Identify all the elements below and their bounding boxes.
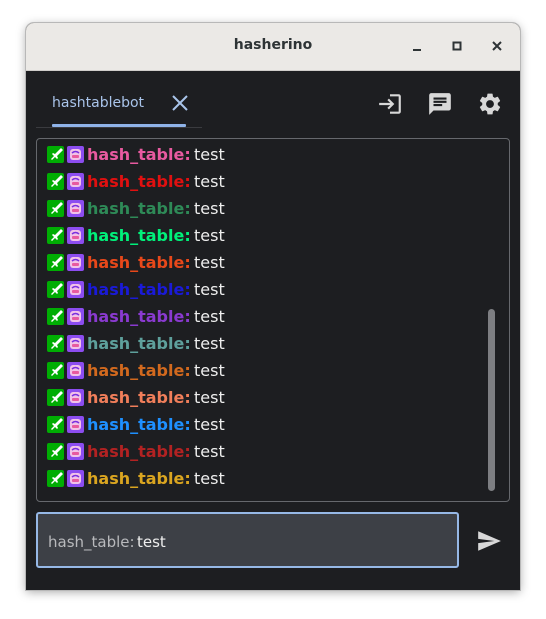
moderator-sword-icon[interactable]: [47, 254, 64, 271]
moderator-sword-icon[interactable]: [47, 173, 64, 190]
moderator-sword-icon[interactable]: [47, 200, 64, 217]
chat-username[interactable]: hash_table:: [87, 413, 191, 437]
tab-divider: [36, 127, 202, 128]
subscriber-icon[interactable]: [67, 308, 84, 325]
chat-username[interactable]: hash_table:: [87, 278, 191, 302]
app-window: hasherino hashtablebot hash_table: test …: [26, 23, 520, 590]
chat-message-text: test: [194, 469, 225, 488]
subscriber-icon[interactable]: [67, 470, 84, 487]
chat-username[interactable]: hash_table:: [87, 224, 191, 248]
subscriber-icon[interactable]: [67, 281, 84, 298]
login-icon[interactable]: [377, 91, 403, 117]
maximize-icon[interactable]: [447, 36, 467, 56]
moderator-sword-icon[interactable]: [47, 443, 64, 460]
chat-message-text: test: [194, 199, 225, 218]
moderator-sword-icon[interactable]: [47, 146, 64, 163]
chat-username[interactable]: hash_table:: [87, 197, 191, 221]
chat-message-text: test: [194, 334, 225, 353]
subscriber-icon[interactable]: [67, 200, 84, 217]
chat-message-text: test: [194, 145, 225, 164]
chat-message-text: test: [194, 307, 225, 326]
minimize-icon[interactable]: [407, 36, 427, 56]
subscriber-icon[interactable]: [67, 254, 84, 271]
close-icon[interactable]: [487, 36, 507, 56]
chat-username[interactable]: hash_table:: [87, 170, 191, 194]
chat-username[interactable]: hash_table:: [87, 440, 191, 464]
subscriber-icon[interactable]: [67, 416, 84, 433]
chat-username[interactable]: hash_table:: [87, 332, 191, 356]
chat-message-text: test: [194, 226, 225, 245]
window-title: hasherino: [233, 37, 313, 53]
title-bar[interactable]: hasherino: [26, 23, 520, 71]
chat-message-text: test: [194, 253, 225, 272]
subscriber-icon[interactable]: [67, 146, 84, 163]
message-input-value: test: [137, 533, 166, 551]
chat-scrollbar[interactable]: [488, 309, 495, 491]
reply-prefix: hash_table:: [48, 533, 135, 551]
chat-message-text: test: [194, 442, 225, 461]
chat-message-text: test: [194, 280, 225, 299]
chat-username[interactable]: hash_table:: [87, 386, 191, 410]
chat-username[interactable]: hash_table:: [87, 467, 191, 491]
moderator-sword-icon[interactable]: [47, 308, 64, 325]
tab-label: hashtablebot: [52, 95, 145, 111]
moderator-sword-icon[interactable]: [47, 281, 64, 298]
chat-message-text: test: [194, 388, 225, 407]
chat-message-text: test: [194, 361, 225, 380]
subscriber-icon[interactable]: [67, 227, 84, 244]
moderator-sword-icon[interactable]: [47, 416, 64, 433]
close-icon[interactable]: [170, 93, 190, 113]
chat-username[interactable]: hash_table:: [87, 251, 191, 275]
chat-icon[interactable]: [427, 91, 453, 117]
subscriber-icon[interactable]: [67, 173, 84, 190]
subscriber-icon[interactable]: [67, 362, 84, 379]
chat-username[interactable]: hash_table:: [87, 305, 191, 329]
chat-message-text: test: [194, 415, 225, 434]
subscriber-icon[interactable]: [67, 389, 84, 406]
message-input[interactable]: hash_table: test: [36, 512, 459, 568]
moderator-sword-icon[interactable]: [47, 335, 64, 352]
chat-username[interactable]: hash_table:: [87, 359, 191, 383]
subscriber-icon[interactable]: [67, 335, 84, 352]
moderator-sword-icon[interactable]: [47, 227, 64, 244]
send-icon[interactable]: [476, 528, 502, 554]
chat-message-text: test: [194, 172, 225, 191]
moderator-sword-icon[interactable]: [47, 470, 64, 487]
moderator-sword-icon[interactable]: [47, 362, 64, 379]
chat-message-list[interactable]: hash_table: test hash_table: test hash_table…: [36, 138, 510, 502]
subscriber-icon[interactable]: [67, 443, 84, 460]
moderator-sword-icon[interactable]: [47, 389, 64, 406]
settings-gear-icon[interactable]: [477, 91, 503, 117]
tab-hashtablebot[interactable]: hashtablebot: [42, 81, 188, 137]
chat-username[interactable]: hash_table:: [87, 143, 191, 167]
